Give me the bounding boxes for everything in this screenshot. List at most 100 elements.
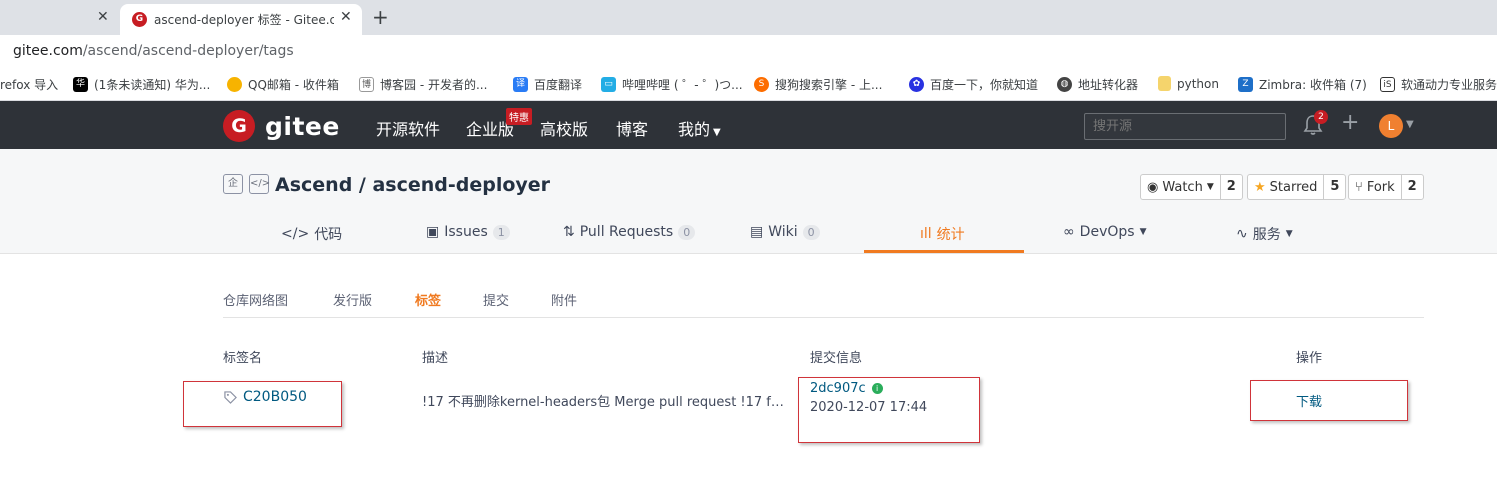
pulse-icon: ∿	[1236, 226, 1248, 242]
nav-education[interactable]: 高校版	[540, 116, 588, 140]
globe-icon: ◍	[1057, 77, 1072, 92]
huawei-icon: 华	[73, 77, 88, 92]
bookmark-label: python	[1177, 76, 1219, 91]
subnav-attachments[interactable]: 附件	[551, 290, 577, 309]
bookmark-item[interactable]: Z Zimbra: 收件箱 (7)	[1238, 76, 1367, 93]
avatar[interactable]: L	[1379, 114, 1403, 138]
close-icon[interactable]: ✕	[340, 9, 352, 25]
bookmark-item[interactable]: QQ邮箱 - 收件箱	[227, 76, 339, 93]
bookmark-label: Zimbra: 收件箱 (7)	[1259, 78, 1367, 92]
column-header-tag-name: 标签名	[223, 351, 263, 366]
tab-code[interactable]: </> 代码	[281, 224, 342, 244]
folder-icon	[1158, 76, 1171, 91]
enterprise-icon: 企	[223, 174, 243, 194]
fork-count[interactable]: 2	[1402, 175, 1423, 199]
column-header-commit-info: 提交信息	[810, 351, 863, 366]
url-text[interactable]: gitee.com/ascend/ascend-deployer/tags	[13, 43, 294, 59]
fork-button-label: ⑂ Fork	[1349, 175, 1402, 199]
bookmark-label: 百度一下，你就知道	[930, 78, 1039, 92]
nav-blog[interactable]: 博客	[616, 116, 648, 140]
tab-label: 代码	[314, 227, 343, 243]
baidu-icon: ✿	[909, 77, 924, 92]
subnav-commits[interactable]: 提交	[483, 290, 509, 309]
plus-icon[interactable]: +	[1341, 110, 1359, 135]
fork-label: Fork	[1366, 179, 1395, 195]
tab-count: 0	[802, 224, 820, 240]
chevron-down-icon[interactable]: ▼	[1406, 119, 1414, 130]
promo-badge: 特惠	[506, 108, 532, 125]
tab-pull-requests[interactable]: ⇅ Pull Requests 0	[563, 224, 696, 240]
annotation-box-tag	[183, 381, 342, 427]
bookmark-item[interactable]: S 搜狗搜索引擎 - 上...	[754, 76, 882, 93]
tab-services[interactable]: ∿ 服务 ▼	[1236, 224, 1293, 244]
bookmark-item[interactable]: ▭ 哔哩哔哩 ( ゜- ゜)つ...	[601, 76, 743, 93]
active-tab-indicator	[864, 250, 1024, 253]
search-input[interactable]	[1084, 113, 1286, 140]
fork-button[interactable]: ⑂ Fork 2	[1348, 174, 1424, 200]
subnav-releases[interactable]: 发行版	[333, 290, 372, 309]
tab-wiki[interactable]: ▤ Wiki 0	[750, 224, 820, 240]
column-header-actions: 操作	[1296, 351, 1323, 366]
url-path: /ascend/ascend-deployer/tags	[82, 43, 294, 59]
tab-count: 0	[678, 224, 696, 240]
address-bar[interactable]: gitee.com/ascend/ascend-deployer/tags	[0, 35, 1497, 68]
bookmark-item[interactable]: ◍ 地址转化器	[1057, 76, 1138, 93]
annotation-box-download	[1250, 380, 1408, 421]
star-button-label: ★ Starred	[1248, 175, 1325, 199]
star-count[interactable]: 5	[1324, 175, 1345, 199]
zimbra-icon: Z	[1238, 77, 1253, 92]
bookmark-item[interactable]: 译百度翻译	[513, 76, 582, 93]
code-icon: </>	[249, 174, 270, 194]
star-label: Starred	[1269, 179, 1318, 195]
watch-button[interactable]: ◉ Watch ▼ 2	[1140, 174, 1243, 200]
nav-open-source[interactable]: 开源软件	[376, 116, 440, 140]
close-icon[interactable]: ✕	[97, 9, 109, 25]
notification-badge: 2	[1314, 110, 1328, 124]
bookmark-item[interactable]: 博博客园 - 开发者的...	[359, 76, 487, 93]
bookmark-item[interactable]: python	[1158, 76, 1219, 91]
browser-tab-title: ascend-deployer 标签 - Gitee.c	[154, 13, 334, 27]
tab-label: 统计	[936, 227, 965, 243]
browser-tab-previous[interactable]: ✕	[0, 0, 120, 35]
tab-label: DevOps	[1079, 224, 1135, 240]
chevron-down-icon: ▼	[1285, 229, 1293, 239]
star-button[interactable]: ★ Starred 5	[1247, 174, 1347, 200]
bookmark-label: 百度翻译	[534, 78, 583, 92]
subnav-network-graph[interactable]: 仓库网络图	[223, 290, 288, 309]
repo-header: 企 </> Ascend / ascend-deployer ◉ Watch ▼ 2…	[0, 149, 1497, 254]
gitee-logo[interactable]: G gitee	[223, 110, 340, 142]
statistics-subnav: 仓库网络图 发行版 标签 提交 附件	[223, 288, 1424, 318]
bookmark-item[interactable]: 华 (1条未读通知) 华为...	[73, 76, 210, 93]
code-icon: </>	[281, 226, 310, 242]
watch-count[interactable]: 2	[1221, 175, 1242, 199]
tab-statistics[interactable]: ıll 统计	[920, 224, 965, 244]
pull-request-icon: ⇅	[563, 224, 575, 240]
gitee-header: G gitee 开源软件 企业版 特惠 高校版 博客 我的▼ 2 + L ▼	[0, 101, 1497, 149]
bookmark-label: 博客园 - 开发者的...	[380, 78, 488, 92]
bookmark-item[interactable]: refox 导入	[0, 76, 58, 93]
bookmarks-bar: refox 导入 华 (1条未读通知) 华为... QQ邮箱 - 收件箱 博博客园…	[0, 68, 1497, 101]
gitee-favicon-icon: G	[132, 12, 147, 27]
bilibili-icon: ▭	[601, 77, 616, 92]
cnblogs-icon: 博	[359, 77, 374, 92]
subnav-tags[interactable]: 标签	[415, 290, 441, 309]
chevron-down-icon: ▼	[713, 127, 721, 138]
tab-issues[interactable]: ▣ Issues 1	[426, 224, 510, 240]
repo-tabs: </> 代码 ▣ Issues 1 ⇅ Pull Requests 0 ▤ Wiki 0 ıl…	[0, 218, 1497, 254]
browser-tab-active[interactable]: G ascend-deployer 标签 - Gitee.c ✕	[120, 4, 362, 35]
tab-label: Pull Requests	[579, 224, 674, 240]
bookmark-item[interactable]: iS 软通动力专业服务	[1380, 76, 1497, 93]
tab-label: Wiki	[768, 224, 798, 240]
gitee-logo-text: gitee	[265, 111, 340, 141]
tab-label: 服务	[1252, 227, 1281, 243]
tab-label: Issues	[444, 224, 488, 240]
browser-tab-strip: ✕ G ascend-deployer 标签 - Gitee.c ✕ +	[0, 0, 1497, 35]
nav-mine[interactable]: 我的 ▼	[678, 116, 721, 140]
tab-devops[interactable]: ∞ DevOps ▼	[1063, 224, 1146, 240]
bookmark-item[interactable]: ✿ 百度一下，你就知道	[909, 76, 1038, 93]
watch-button-label: ◉ Watch ▼	[1141, 175, 1221, 199]
repo-title[interactable]: Ascend / ascend-deployer	[275, 174, 550, 196]
new-tab-plus-icon[interactable]: +	[372, 5, 389, 29]
infinity-icon: ∞	[1063, 224, 1075, 240]
bookmark-label: 地址转化器	[1078, 78, 1139, 92]
